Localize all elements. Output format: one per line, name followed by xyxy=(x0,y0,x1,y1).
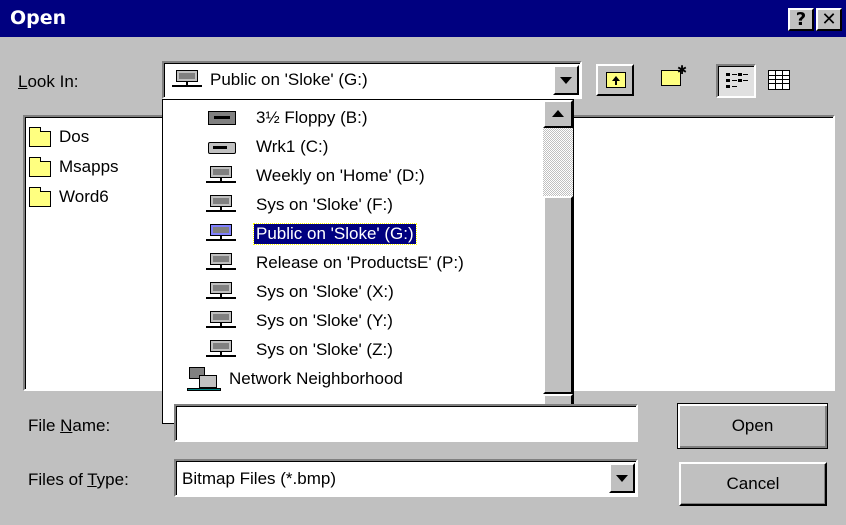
network-drive-icon xyxy=(206,340,236,360)
open-button[interactable]: Open xyxy=(677,403,828,449)
file-name-label: File Name: xyxy=(28,416,111,435)
look-in-dropdown-button[interactable] xyxy=(553,65,579,95)
look-in-combobox[interactable]: Public on 'Sloke' (G:) xyxy=(162,61,582,99)
scroll-track[interactable] xyxy=(543,128,573,196)
help-icon: ? xyxy=(795,9,807,30)
folder-icon xyxy=(29,127,51,147)
list-view-icon xyxy=(726,72,748,90)
folder-icon xyxy=(29,187,51,207)
look-in-label: Look In: xyxy=(18,72,79,91)
up-one-level-button[interactable] xyxy=(596,64,634,96)
dropdown-scrollbar[interactable] xyxy=(543,100,573,423)
chevron-down-icon xyxy=(560,77,572,84)
chevron-up-icon xyxy=(552,110,564,117)
network-drive-icon xyxy=(206,282,236,302)
network-drive-icon xyxy=(206,166,236,186)
scroll-up-button[interactable] xyxy=(543,100,573,128)
close-button[interactable]: ✕ xyxy=(816,8,842,31)
title-bar: Open ? ✕ xyxy=(0,0,846,37)
file-type-select[interactable]: Bitmap Files (*.bmp) xyxy=(174,459,638,497)
new-folder-button[interactable]: ✱ xyxy=(653,64,691,96)
look-in-value: Public on 'Sloke' (G:) xyxy=(210,70,368,89)
details-view-button[interactable] xyxy=(760,64,798,96)
network-neighborhood-icon xyxy=(187,367,221,393)
floppy-drive-icon xyxy=(208,111,236,125)
details-view-icon xyxy=(768,70,790,90)
window-title: Open xyxy=(10,7,67,29)
help-button[interactable]: ? xyxy=(788,8,814,31)
hard-drive-icon xyxy=(208,142,236,154)
network-drive-icon xyxy=(172,70,202,90)
network-drive-icon xyxy=(206,253,236,273)
up-one-level-icon xyxy=(606,72,626,88)
file-type-label: Files of Type: xyxy=(28,470,129,489)
file-name-field[interactable] xyxy=(174,404,638,442)
look-in-dropdown-list[interactable]: 3½ Floppy (B:) Wrk1 (C:) Weekly on 'Home… xyxy=(162,99,574,424)
network-drive-icon xyxy=(206,311,236,331)
folder-icon xyxy=(29,157,51,177)
network-drive-icon xyxy=(206,224,236,244)
close-icon: ✕ xyxy=(821,9,837,30)
file-type-value: Bitmap Files (*.bmp) xyxy=(182,469,336,488)
scroll-thumb[interactable] xyxy=(543,196,573,394)
chevron-down-icon xyxy=(616,475,628,482)
file-type-dropdown-button[interactable] xyxy=(609,463,635,493)
cancel-button[interactable]: Cancel xyxy=(679,462,827,506)
network-drive-icon xyxy=(206,195,236,215)
list-view-button[interactable] xyxy=(716,64,756,98)
